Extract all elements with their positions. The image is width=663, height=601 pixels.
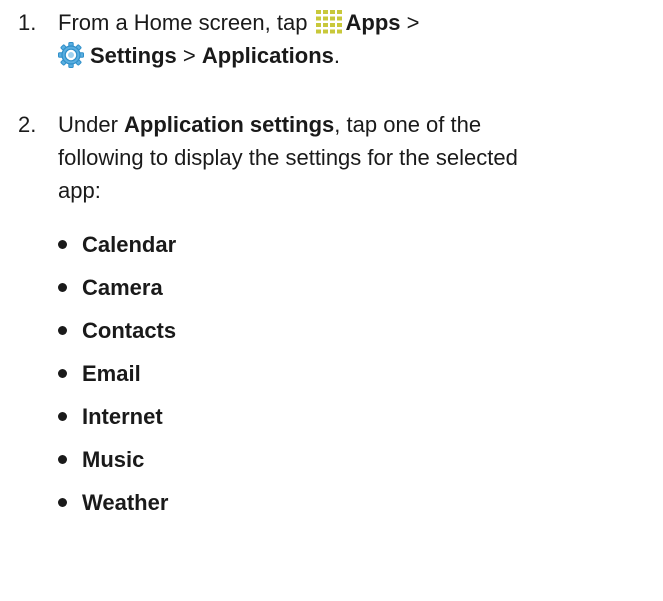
- app-name: Contacts: [82, 318, 177, 343]
- list-item: Contacts: [58, 314, 176, 357]
- step-text: Under: [58, 112, 125, 137]
- list-item: Internet: [58, 400, 176, 443]
- app-name: Internet: [82, 404, 163, 429]
- app-name: Camera: [82, 275, 163, 300]
- app-name: Weather: [82, 490, 169, 515]
- step-line: Settings > Applications.: [58, 39, 658, 72]
- settings-label: Settings: [90, 43, 177, 68]
- step-body: Under Application settings, tap one of t…: [58, 108, 658, 207]
- bullet-dot: [58, 369, 67, 378]
- apps-label: Apps: [345, 10, 401, 35]
- bullet-dot: [58, 326, 67, 335]
- app-name: Email: [82, 361, 141, 386]
- applications-label: Applications: [201, 43, 334, 68]
- instructions-document: 1. From a Home screen, tap Apps > Settin…: [0, 0, 663, 601]
- bullet-dot: [58, 498, 67, 507]
- list-item: Calendar: [58, 228, 176, 271]
- step-text: From a Home screen, tap: [58, 10, 314, 35]
- app-name: Calendar: [82, 232, 177, 257]
- step-line: following to display the settings for th…: [58, 145, 518, 170]
- step-line: app:: [58, 178, 101, 203]
- step-number: 1.: [18, 10, 37, 35]
- bullet-dot: [58, 283, 67, 292]
- step-text: .: [333, 43, 341, 68]
- step-number: 2.: [18, 112, 37, 137]
- list-item: Email: [58, 357, 176, 400]
- step-line: Under Application settings, tap one of t…: [58, 108, 658, 141]
- step-text: >: [400, 10, 420, 35]
- step-text: >: [176, 43, 202, 68]
- list-item: Weather: [58, 486, 176, 529]
- bullet-dot: [58, 455, 67, 464]
- list-item: Music: [58, 443, 176, 486]
- settings-gear-icon: [58, 42, 84, 68]
- step-text: , tap one of the: [334, 112, 482, 137]
- application-settings-label: Application settings: [124, 112, 335, 137]
- list-item: Camera: [58, 271, 176, 314]
- apps-grid-icon: [315, 10, 342, 34]
- step-line: From a Home screen, tap Apps >: [58, 6, 658, 39]
- bullet-dot: [58, 240, 67, 249]
- bullet-dot: [58, 412, 67, 421]
- app-name: Music: [82, 447, 145, 472]
- step-body: From a Home screen, tap Apps > Settings …: [58, 6, 658, 72]
- app-list: Calendar Camera Contacts Email Internet …: [58, 228, 176, 529]
